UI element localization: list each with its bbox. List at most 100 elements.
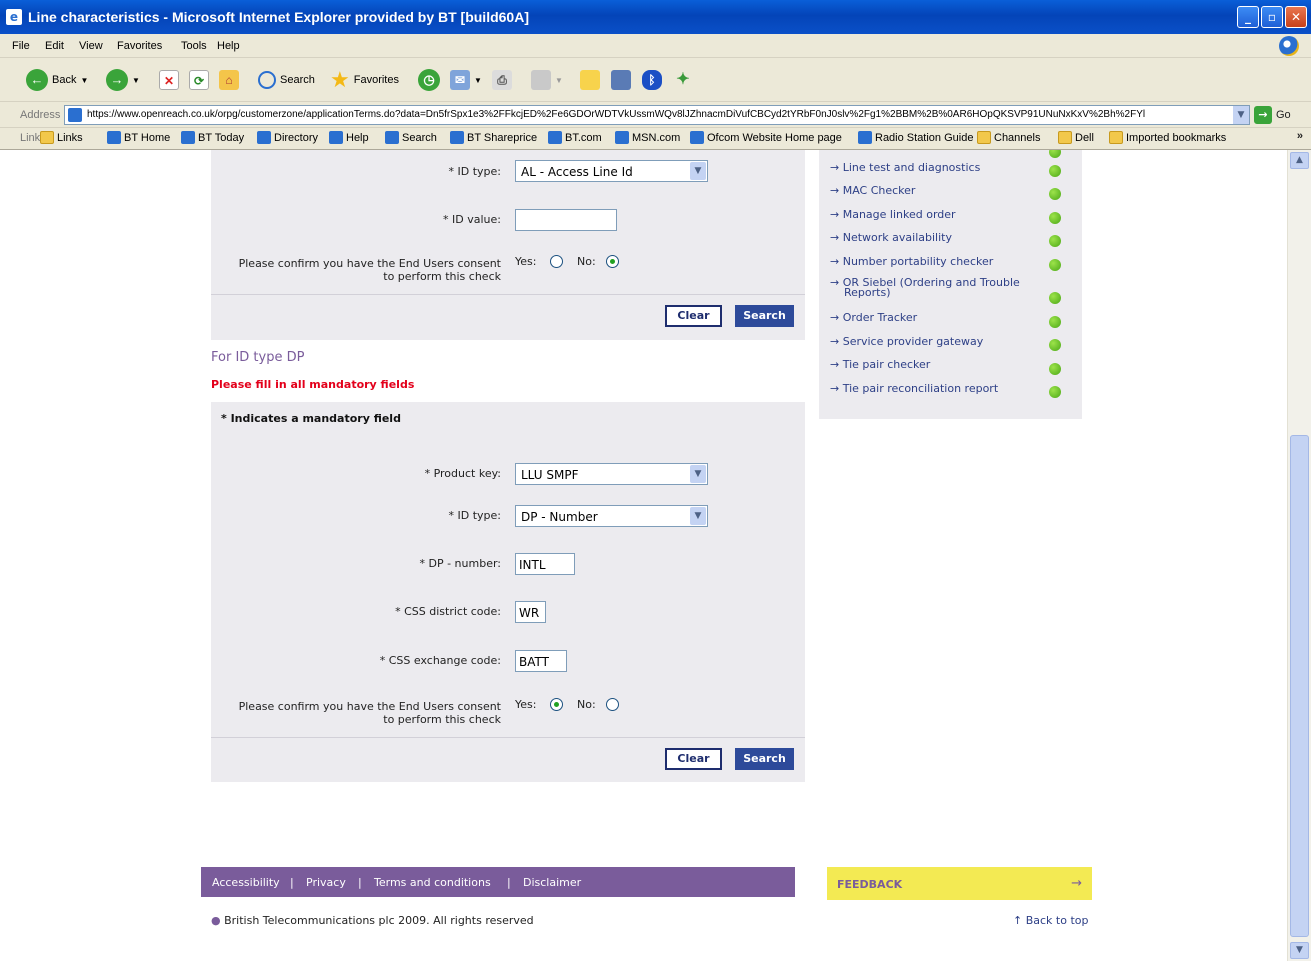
form2-search-button[interactable]: Search [735, 748, 794, 770]
history-button[interactable]: ◷ [418, 68, 440, 92]
notes-button[interactable] [580, 68, 600, 92]
form2-dp-number-label: * DP - number: [419, 557, 501, 570]
form2-product-key-select[interactable]: LLU SMPF ▼ [515, 463, 708, 485]
form2-consent-no-radio[interactable] [606, 698, 619, 711]
sidebar-item-tie-pair-checker[interactable]: → Tie pair checker [830, 358, 930, 371]
refresh-button[interactable]: ⟳ [189, 68, 209, 92]
link-help[interactable]: Help [329, 131, 369, 144]
menu-file[interactable]: File [12, 40, 30, 52]
menu-edit[interactable]: Edit [45, 40, 64, 52]
link-imported-bookmarks[interactable]: Imported bookmarks [1109, 131, 1226, 144]
status-ok-icon [1049, 165, 1061, 177]
search-icon [258, 71, 276, 89]
sidebar-item-mac-checker[interactable]: → MAC Checker [830, 184, 915, 197]
back-label: Back [52, 74, 77, 86]
home-button[interactable]: ⌂ [219, 68, 239, 92]
sidebar-item-number-portability[interactable]: → Number portability checker [830, 255, 993, 268]
sidebar-item-manage-linked-order[interactable]: → Manage linked order [830, 208, 956, 221]
chevron-down-icon: ▼ [690, 162, 706, 180]
form2-consent-yes-radio[interactable] [550, 698, 563, 711]
mail-button[interactable]: ✉ ▼ [450, 68, 482, 92]
address-input[interactable]: https://www.openreach.co.uk/orpg/custome… [64, 105, 1250, 125]
form1-no-label: No: [577, 255, 596, 268]
sidebar-item-line-test[interactable]: → Line test and diagnostics [830, 161, 980, 174]
close-button[interactable]: ✕ [1285, 6, 1307, 28]
form1-consent-yes-radio[interactable] [550, 255, 563, 268]
sidebar-item-tie-pair-reconciliation[interactable]: → Tie pair reconciliation report [830, 382, 998, 395]
link-search[interactable]: Search [385, 131, 437, 144]
link-bt-today[interactable]: BT Today [181, 131, 244, 144]
favorites-label: Favorites [353, 74, 399, 86]
maximize-button[interactable]: ▫ [1261, 6, 1283, 28]
form1-search-button[interactable]: Search [735, 305, 794, 327]
sidebar-item-service-provider-gateway[interactable]: → Service provider gateway [830, 335, 983, 348]
forward-button[interactable]: → ▼ [106, 68, 140, 92]
messenger-button[interactable]: ✦ [673, 68, 693, 92]
stop-button[interactable]: ✕ [159, 68, 179, 92]
form2-css-exchange-input[interactable]: BATT [515, 650, 567, 672]
research-button[interactable] [611, 68, 631, 92]
links-overflow-chevron[interactable]: » [1297, 130, 1303, 142]
scroll-thumb[interactable] [1290, 435, 1309, 937]
link-bt-home[interactable]: BT Home [107, 131, 170, 144]
print-button[interactable]: ⎙ [492, 68, 512, 92]
bluetooth-button[interactable]: ᛒ [642, 68, 662, 92]
footer-disclaimer-link[interactable]: Disclaimer [523, 876, 581, 889]
link-directory[interactable]: Directory [257, 131, 318, 144]
form1-consent-no-radio[interactable] [606, 255, 619, 268]
go-button[interactable]: Go [1276, 109, 1291, 121]
chevron-down-icon[interactable]: ▼ [1233, 106, 1249, 124]
status-ok-icon [1049, 339, 1061, 351]
form2-clear-button[interactable]: Clear [665, 748, 722, 770]
link-bt-shareprice[interactable]: BT Shareprice [450, 131, 537, 144]
form1-id-type-label: * ID type: [448, 165, 502, 178]
link-msn[interactable]: MSN.com [615, 131, 680, 144]
form1-id-type-value: AL - Access Line Id [521, 165, 633, 179]
form1-id-value-label: * ID value: [443, 213, 501, 226]
favorites-button[interactable]: ★ Favorites [330, 67, 399, 92]
form1-clear-button[interactable]: Clear [665, 305, 722, 327]
sidebar-item-network-availability[interactable]: → Network availability [830, 231, 952, 244]
sidebar-item-order-tracker[interactable]: → Order Tracker [830, 311, 917, 324]
footer-privacy-link[interactable]: Privacy [306, 876, 346, 889]
form2-css-district-label: * CSS district code: [395, 605, 501, 618]
research-icon [611, 70, 631, 90]
form2-css-district-input[interactable]: WR [515, 601, 546, 623]
go-arrow-icon[interactable]: → [1254, 106, 1272, 124]
link-channels[interactable]: Channels [977, 131, 1040, 144]
search-toolbar-button[interactable]: Search [258, 68, 315, 92]
link-folder-links[interactable]: Links [40, 131, 83, 144]
form2-product-key-label: * Product key: [424, 467, 501, 480]
edit-button[interactable]: ▼ [531, 68, 563, 92]
menu-bar: File Edit View Favorites Tools Help [0, 34, 1311, 58]
menu-view[interactable]: View [79, 40, 103, 52]
back-button[interactable]: ← Back ▼ [26, 68, 88, 92]
link-dell[interactable]: Dell [1058, 131, 1094, 144]
form1-id-value-input[interactable] [515, 209, 617, 231]
folder-icon [1058, 131, 1072, 144]
form2-css-exchange-label: * CSS exchange code: [379, 654, 501, 667]
menu-help[interactable]: Help [217, 40, 240, 52]
feedback-button[interactable]: FEEDBACK → [827, 867, 1092, 900]
link-ofcom[interactable]: Ofcom Website Home page [690, 131, 842, 144]
scroll-down-icon[interactable]: ▼ [1290, 942, 1309, 959]
link-bt-com[interactable]: BT.com [548, 131, 602, 144]
sidebar-item-or-siebel[interactable]: → OR Siebel (Ordering and Trouble Report… [830, 277, 1020, 298]
form2-dp-number-input[interactable]: INTL [515, 553, 575, 575]
status-ok-icon [1049, 188, 1061, 200]
form1-id-type-select[interactable]: AL - Access Line Id ▼ [515, 160, 708, 182]
links-bar: Links Links BT Home BT Today Directory H… [0, 128, 1311, 150]
minimize-button[interactable]: _ [1237, 6, 1259, 28]
vertical-scrollbar[interactable]: ▲ ▼ [1287, 150, 1311, 961]
arrow-right-icon: → [1071, 876, 1082, 891]
menu-tools[interactable]: Tools [181, 40, 207, 52]
footer-terms-link[interactable]: Terms and conditions [374, 876, 491, 889]
link-radio-guide[interactable]: Radio Station Guide [858, 131, 973, 144]
scroll-up-icon[interactable]: ▲ [1290, 152, 1309, 169]
back-to-top-link[interactable]: ↑ Back to top [1013, 914, 1088, 927]
footer-accessibility-link[interactable]: Accessibility [212, 876, 280, 889]
form2-id-type-select[interactable]: DP - Number ▼ [515, 505, 708, 527]
form2-mandatory-note: * Indicates a mandatory field [221, 412, 401, 425]
status-ok-icon [1049, 212, 1061, 224]
menu-favorites[interactable]: Favorites [117, 40, 162, 52]
